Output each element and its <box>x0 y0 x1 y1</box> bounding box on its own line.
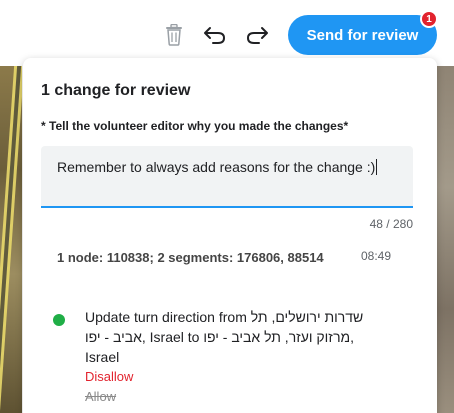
change-description: Update turn direction from שדרות ירושלים… <box>85 307 385 367</box>
pending-changes-badge: 1 <box>420 10 438 28</box>
top-toolbar: Send for review 1 <box>0 0 454 66</box>
map-background-right[interactable] <box>434 66 454 413</box>
redo-icon[interactable] <box>244 22 270 48</box>
send-for-review-button[interactable]: Send for review <box>288 15 437 55</box>
trash-icon[interactable] <box>161 22 187 48</box>
undo-icon[interactable] <box>202 22 228 48</box>
character-counter: 48 / 280 <box>369 217 413 231</box>
comment-text: Remember to always add reasons for the c… <box>57 159 376 175</box>
comment-instruction: * Tell the volunteer editor why you made… <box>41 119 349 133</box>
map-road <box>0 66 22 413</box>
review-panel: 1 change for review * Tell the volunteer… <box>23 58 437 413</box>
disallow-button[interactable]: Disallow <box>85 369 133 384</box>
comment-textarea[interactable]: Remember to always add reasons for the c… <box>41 146 413 208</box>
change-description-line: אביב - יפו, Israel to מרזוק ועזר, תל אבי… <box>85 329 355 345</box>
change-status-dot <box>53 314 65 326</box>
text-caret <box>376 159 378 175</box>
panel-title: 1 change for review <box>41 82 191 99</box>
allow-button[interactable]: Allow <box>85 389 116 404</box>
change-timestamp: 08:49 <box>361 249 392 263</box>
map-background-left[interactable] <box>0 66 22 413</box>
change-description-line: Update turn direction from שדרות ירושלים… <box>85 309 364 325</box>
change-description-line: Israel <box>85 349 120 365</box>
change-summary: 1 node: 110838; 2 segments: 176806, 8851… <box>57 250 324 265</box>
